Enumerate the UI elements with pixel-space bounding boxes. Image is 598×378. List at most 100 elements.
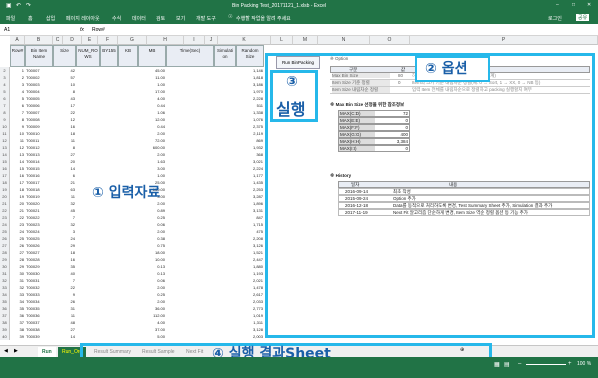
row-header[interactable]: 19 (0, 186, 10, 193)
table-cell[interactable]: 45.00 (138, 67, 166, 74)
row-header[interactable]: 9 (0, 116, 10, 123)
column-header-n[interactable]: N (318, 36, 370, 45)
table-cell[interactable]: 3,131 (236, 207, 264, 214)
table-cell[interactable] (100, 214, 118, 221)
table-cell[interactable]: 11 (10, 137, 25, 144)
table-cell[interactable] (118, 298, 138, 305)
row-header[interactable]: 16 (0, 165, 10, 172)
table-cell[interactable]: T00007 (25, 109, 53, 116)
row-header[interactable]: 39 (0, 326, 10, 333)
table-cell[interactable] (76, 207, 100, 214)
table-cell[interactable]: 1,435 (236, 179, 264, 186)
table-cell[interactable] (214, 172, 236, 179)
normal-view-icon[interactable]: ▦ (494, 361, 500, 368)
table-cell[interactable]: 8 (10, 116, 25, 123)
table-cell[interactable]: T00014 (25, 158, 53, 165)
table-cell[interactable]: 3,126 (236, 242, 264, 249)
table-cell[interactable] (166, 242, 214, 249)
table-cell[interactable] (100, 172, 118, 179)
table-cell[interactable]: 2,375 (236, 123, 264, 130)
table-cell[interactable]: 12 (10, 144, 25, 151)
table-cell[interactable] (76, 291, 100, 298)
table-cell[interactable]: 1 (10, 67, 25, 74)
table-cell[interactable]: 2.00 (138, 130, 166, 137)
table-cell[interactable] (100, 305, 118, 312)
table-cell[interactable]: 15 (10, 165, 25, 172)
table-cell[interactable]: T00020 (25, 200, 53, 207)
table-cell[interactable]: 39 (10, 333, 25, 340)
table-cell[interactable]: T00005 (25, 95, 53, 102)
table-cell[interactable]: 24 (53, 235, 76, 242)
column-header-a[interactable]: A (10, 36, 25, 45)
table-cell[interactable] (166, 249, 214, 256)
table-cell[interactable]: T00026 (25, 242, 53, 249)
table-cell[interactable] (214, 312, 236, 319)
table-cell[interactable]: 16 (53, 123, 76, 130)
table-cell[interactable]: 1,311 (236, 319, 264, 326)
table-cell[interactable]: T00024 (25, 228, 53, 235)
table-cell[interactable] (100, 333, 118, 340)
table-cell[interactable] (214, 67, 236, 74)
row-header[interactable]: 34 (0, 291, 10, 298)
table-cell[interactable]: 1,193 (236, 270, 264, 277)
table-cell[interactable]: 7 (53, 277, 76, 284)
table-cell[interactable]: 2,208 (236, 235, 264, 242)
table-cell[interactable]: 28 (10, 256, 25, 263)
table-cell[interactable]: T00002 (25, 74, 53, 81)
table-cell[interactable] (100, 319, 118, 326)
table-cell[interactable] (214, 102, 236, 109)
table-cell[interactable] (100, 130, 118, 137)
table-cell[interactable] (214, 228, 236, 235)
table-cell[interactable] (214, 305, 236, 312)
table-cell[interactable] (76, 228, 100, 235)
table-cell[interactable] (76, 165, 100, 172)
table-cell[interactable] (118, 67, 138, 74)
table-cell[interactable]: 30 (10, 270, 25, 277)
table-cell[interactable] (166, 284, 214, 291)
table-cell[interactable]: 2,033 (236, 298, 264, 305)
table-cell[interactable] (118, 235, 138, 242)
table-cell[interactable]: 869 (236, 137, 264, 144)
row-header[interactable]: 31 (0, 270, 10, 277)
table-cell[interactable]: T00021 (25, 207, 53, 214)
table-cell[interactable]: T00007 (25, 67, 53, 74)
table-cell[interactable]: 600.00 (138, 144, 166, 151)
row-header[interactable]: 25 (0, 228, 10, 235)
table-cell[interactable]: T00011 (25, 137, 53, 144)
table-cell[interactable]: 25 (10, 235, 25, 242)
table-cell[interactable] (118, 109, 138, 116)
table-cell[interactable] (76, 109, 100, 116)
table-cell[interactable]: T00033 (25, 291, 53, 298)
zoom-level[interactable]: 100 % (577, 361, 591, 367)
table-cell[interactable] (76, 284, 100, 291)
table-cell[interactable] (76, 172, 100, 179)
table-cell[interactable]: 9 (10, 123, 25, 130)
table-cell[interactable] (118, 88, 138, 95)
table-cell[interactable]: 29 (10, 263, 25, 270)
table-cell[interactable]: 19 (10, 193, 25, 200)
table-cell[interactable]: 3,128 (236, 326, 264, 333)
table-cell[interactable] (118, 284, 138, 291)
row-header[interactable]: 32 (0, 277, 10, 284)
table-cell[interactable]: 32 (53, 200, 76, 207)
table-cell[interactable] (166, 326, 214, 333)
column-header-j[interactable]: J (205, 36, 218, 45)
tell-me-input[interactable]: 수행할 작업을 알려 주세요 (236, 15, 291, 22)
page-layout-view-icon[interactable]: ▤ (504, 361, 510, 368)
table-cell[interactable]: 368 (236, 151, 264, 158)
table-cell[interactable]: 35 (10, 305, 25, 312)
table-cell[interactable] (166, 102, 214, 109)
table-cell[interactable] (214, 165, 236, 172)
column-header-p[interactable]: P (410, 36, 598, 45)
row-header[interactable]: 29 (0, 256, 10, 263)
table-cell[interactable] (166, 221, 214, 228)
table-cell[interactable] (166, 137, 214, 144)
table-cell[interactable] (100, 123, 118, 130)
table-cell[interactable]: 0.25 (138, 214, 166, 221)
table-cell[interactable] (100, 326, 118, 333)
table-cell[interactable]: 2.00 (138, 228, 166, 235)
table-cell[interactable] (100, 277, 118, 284)
table-cell[interactable]: 7 (10, 109, 25, 116)
table-cell[interactable]: T00013 (25, 151, 53, 158)
table-cell[interactable]: 0.06 (138, 221, 166, 228)
